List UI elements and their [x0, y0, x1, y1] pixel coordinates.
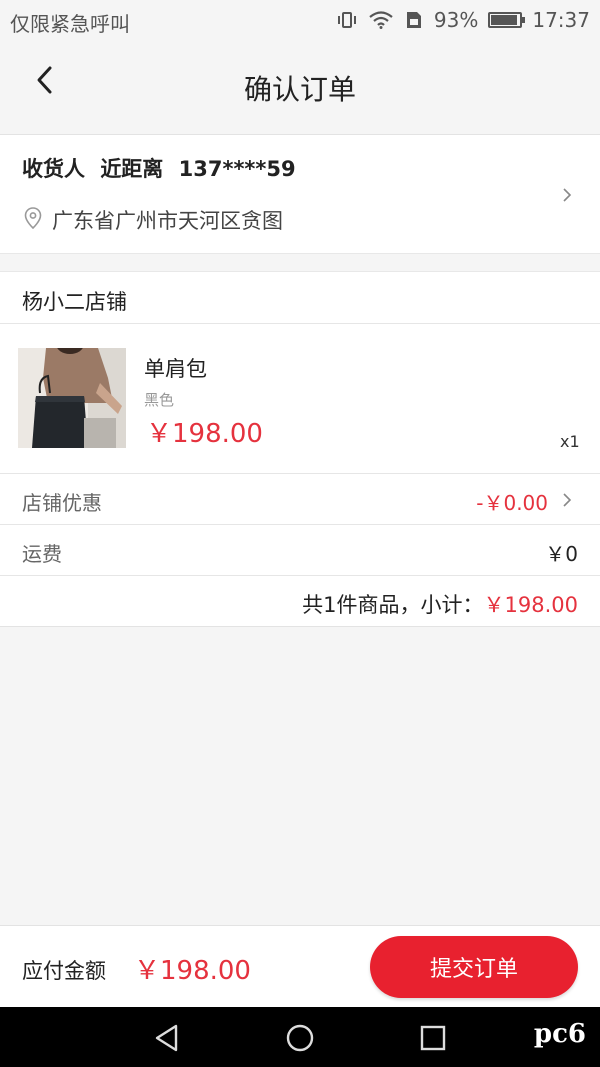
nav-back-icon[interactable]: [152, 1022, 184, 1054]
recipient-phone: 137****59: [178, 157, 296, 181]
nav-recents-icon[interactable]: [417, 1022, 449, 1054]
wifi-icon: [369, 11, 393, 29]
shop-name: 杨小二店铺: [22, 290, 127, 314]
battery-percent: 93%: [433, 8, 479, 32]
product-image[interactable]: [18, 348, 126, 448]
shop-discount-row[interactable]: 店铺优惠 -￥0.00: [0, 474, 600, 524]
page-title: 确认订单: [243, 73, 356, 106]
order-subtotal: 共1件商品，小计：￥198.00: [302, 589, 578, 619]
location-pin-icon: [24, 207, 42, 229]
chevron-right-icon: [563, 493, 572, 507]
system-nav-bar: pc6: [0, 1007, 600, 1067]
product-name: 单肩包: [144, 357, 207, 381]
battery-level-fill: [491, 15, 518, 25]
status-indicators: 93% 17:37: [336, 8, 590, 32]
checkout-bar: 应付金额 ￥198.00 提交订单: [0, 925, 600, 1008]
product-price: ￥198.00: [146, 419, 263, 449]
chevron-right-icon: [563, 188, 572, 202]
sim-icon: [406, 12, 421, 28]
app-header: 确认订单: [0, 42, 600, 135]
battery-icon: [488, 12, 526, 28]
recipient-name: 近距离: [100, 157, 164, 181]
subtotal-amount: ￥198.00: [483, 593, 578, 617]
shop-order-card: 杨小二店铺 单肩包 黑色 ￥198.00 x1 店铺优惠 -￥0.00 运费 ￥…: [0, 271, 600, 627]
divider: [0, 575, 600, 576]
shipping-value: ￥0: [545, 542, 578, 566]
amount-due-value: ￥198.00: [134, 956, 251, 986]
product-variant: 黑色: [144, 391, 175, 409]
status-bar: 仅限紧急呼叫 93% 17:37: [0, 0, 600, 42]
watermark-logo: pc6: [533, 1019, 586, 1049]
shipping-address-card[interactable]: 收货人 近距离 137****59 广东省广州市天河区贪图: [0, 135, 600, 254]
subtotal-prefix: 共1件商品，小计：: [302, 593, 484, 617]
nav-home-icon[interactable]: [284, 1022, 316, 1054]
shipping-fee-row: 运费 ￥0: [0, 525, 600, 575]
discount-label: 店铺优惠: [22, 491, 102, 515]
vibrate-icon: [337, 12, 356, 28]
divider: [0, 323, 600, 324]
address-text: 广东省广州市天河区贪图: [52, 209, 283, 233]
recipient-label: 收货人: [22, 157, 85, 181]
status-carrier-text: 仅限紧急呼叫: [10, 12, 130, 36]
product-photo: [18, 348, 126, 448]
shipping-label: 运费: [22, 542, 62, 566]
submit-order-button[interactable]: 提交订单: [370, 936, 578, 998]
recipient-line: 收货人 近距离 137****59: [22, 153, 304, 183]
amount-due-label: 应付金额: [22, 959, 106, 983]
discount-value: -￥0.00: [476, 491, 548, 515]
product-quantity: x1: [560, 432, 580, 451]
status-time: 17:37: [532, 8, 590, 32]
